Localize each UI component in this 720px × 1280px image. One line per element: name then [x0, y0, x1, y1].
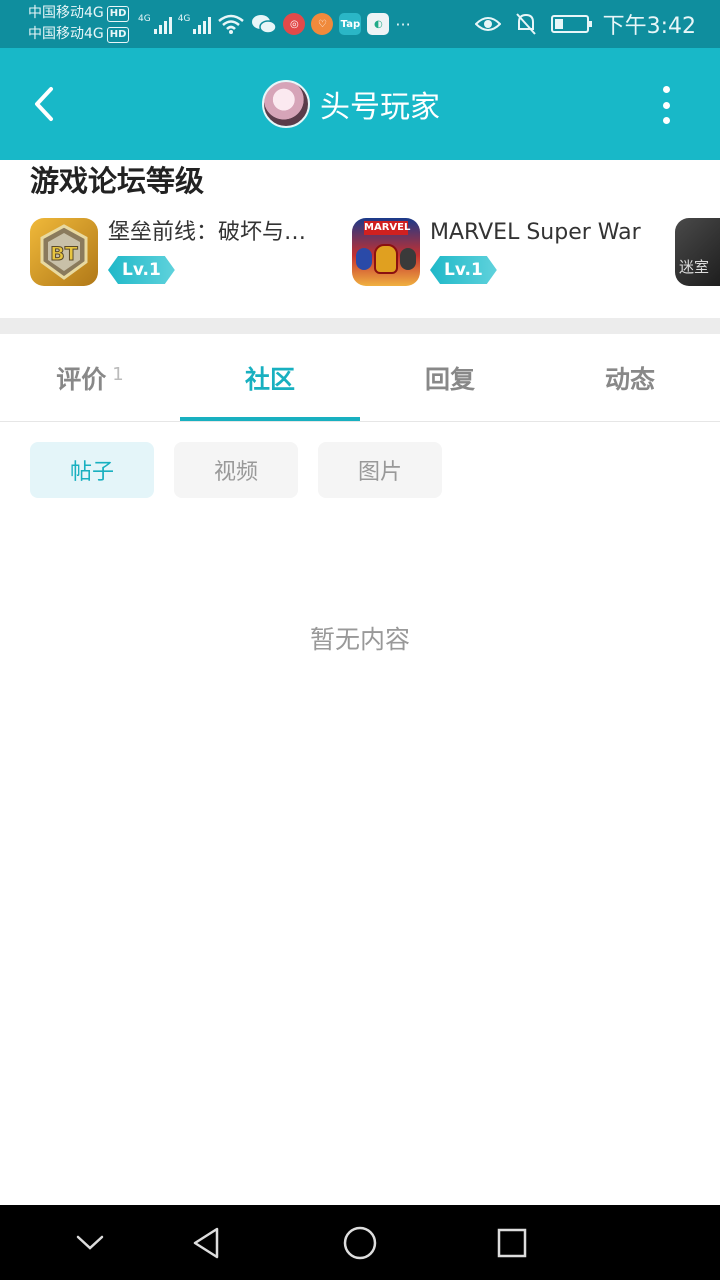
- empty-state-text: 暂无内容: [309, 625, 410, 654]
- clock: 下午3:42: [602, 14, 696, 39]
- hd-badge: HD: [106, 26, 130, 43]
- tab-reviews[interactable]: 评价 1: [0, 334, 180, 422]
- forum-levels-section: 游戏论坛等级 BT 堡垒前线：破坏与… Lv.1 MARVEL MARVEL S…: [0, 160, 720, 318]
- chevron-left-icon: [35, 87, 53, 121]
- more-options-button[interactable]: [652, 86, 680, 124]
- wechat-icon: [252, 15, 278, 34]
- pocket-icon: ♡: [311, 13, 334, 35]
- recents-nav-button[interactable]: [472, 1205, 552, 1280]
- marvel-heroes-icon: MARVEL: [352, 218, 420, 286]
- battery-icon: [550, 15, 592, 33]
- game-name: MARVEL Super War: [430, 220, 641, 245]
- system-nav-bar: [0, 1205, 720, 1280]
- collapse-icon: [76, 1235, 104, 1250]
- carrier-1: 中国移动4G: [28, 5, 104, 21]
- filter-videos[interactable]: 视频: [174, 442, 298, 498]
- review-count: 1: [112, 363, 124, 385]
- tab-community[interactable]: 社区: [180, 334, 360, 422]
- eye-comfort-icon: [474, 17, 501, 31]
- home-circle-icon: [343, 1226, 377, 1259]
- game-name: 堡垒前线：破坏与…: [108, 220, 307, 245]
- signal-icon: 4G: [138, 14, 172, 34]
- collapse-button[interactable]: [50, 1205, 130, 1280]
- status-right: 下午3:42: [474, 9, 696, 39]
- recents-square-icon: [497, 1228, 527, 1257]
- mute-bell-icon: [515, 13, 536, 35]
- taptap-icon: Tap: [339, 13, 362, 35]
- section-divider: [0, 318, 720, 334]
- back-button[interactable]: [28, 82, 60, 126]
- level-badge: Lv.1: [430, 256, 497, 284]
- active-tab-indicator: [180, 417, 360, 421]
- wifi-icon: [218, 14, 245, 34]
- app-header: 头号玩家: [0, 48, 720, 160]
- filter-images[interactable]: 图片: [318, 442, 442, 498]
- level-badge: Lv.1: [108, 256, 175, 284]
- game-level-item[interactable]: BT 堡垒前线：破坏与… Lv.1: [30, 218, 306, 286]
- tab-replies[interactable]: 回复: [360, 334, 540, 422]
- more-notifications-icon: ···: [395, 14, 411, 34]
- dark-game-icon: 迷室: [675, 218, 720, 286]
- game-level-item[interactable]: 迷室: [675, 218, 720, 286]
- status-bar: 中国移动4G HD 中国移动4G HD 4G 4G ◎ ♡ Tap ◐ ··· 下午…: [0, 0, 720, 48]
- page-title: 头号玩家: [320, 90, 440, 125]
- carrier-2: 中国移动4G: [28, 26, 104, 42]
- bt-shield-icon: BT: [30, 218, 98, 286]
- avatar[interactable]: [262, 80, 310, 128]
- back-nav-button[interactable]: [166, 1205, 246, 1280]
- filter-posts[interactable]: 帖子: [30, 442, 154, 498]
- content-filters: 帖子 视频 图片: [30, 442, 442, 498]
- section-title: 游戏论坛等级: [30, 164, 205, 198]
- hd-badge: HD: [106, 5, 130, 22]
- netease-music-icon: ◎: [283, 13, 306, 35]
- tab-activity[interactable]: 动态: [540, 334, 720, 422]
- profile-tabs: 评价 1 社区 回复 动态: [0, 334, 720, 422]
- profile-title: 头号玩家: [262, 80, 440, 128]
- news-icon: ◐: [367, 13, 390, 35]
- home-nav-button[interactable]: [320, 1205, 400, 1280]
- game-level-item[interactable]: MARVEL MARVEL Super War Lv.1: [352, 218, 641, 286]
- signal-icon: 4G: [178, 14, 212, 34]
- status-icons: 4G 4G ◎ ♡ Tap ◐ ···: [138, 10, 411, 38]
- svg-text:BT: BT: [50, 243, 77, 265]
- carrier-info: 中国移动4G HD 中国移动4G HD: [28, 3, 130, 45]
- back-triangle-icon: [193, 1227, 219, 1258]
